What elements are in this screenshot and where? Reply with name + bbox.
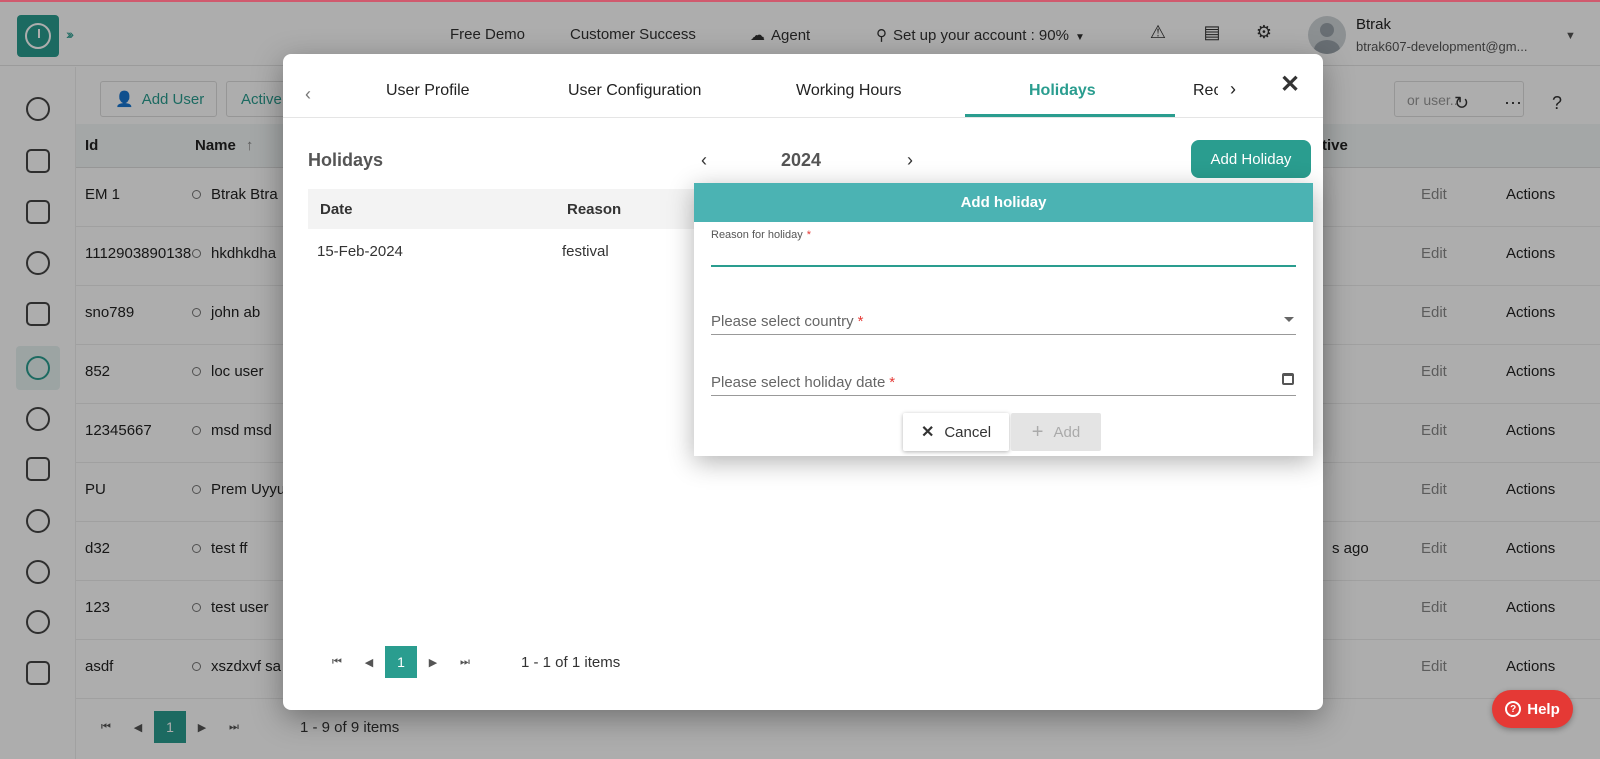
first-page-icon[interactable]: ⏮ <box>321 656 353 669</box>
tab-user-configuration[interactable]: User Configuration <box>568 82 701 100</box>
country-underline <box>711 334 1296 335</box>
reason-label: Reason for holiday * <box>711 229 1296 241</box>
tabs-scroll-right-icon[interactable]: › <box>1218 79 1248 109</box>
holidays-grid-header: Date Reason <box>308 189 708 229</box>
dialog-title: Add holiday <box>694 183 1313 222</box>
col-date-header[interactable]: Date <box>320 201 353 218</box>
tab-holidays[interactable]: Holidays <box>1029 82 1096 100</box>
table-row[interactable]: 15-Feb-2024 festival <box>308 229 708 273</box>
cancel-label: Cancel <box>944 423 992 441</box>
reason-underline <box>711 265 1296 267</box>
date-placeholder: Please select holiday date * <box>711 374 895 391</box>
reason-field[interactable]: Reason for holiday * <box>711 229 1296 267</box>
cancel-button[interactable]: ✕ Cancel <box>903 413 1009 451</box>
chevron-down-icon[interactable] <box>1284 317 1294 322</box>
last-page-icon[interactable]: ⏭ <box>449 656 481 669</box>
holiday-date-cell: 15-Feb-2024 <box>317 243 403 260</box>
country-placeholder-text: Please select country <box>711 313 854 330</box>
holidays-title: Holidays <box>308 150 384 170</box>
close-icon: ✕ <box>920 424 935 441</box>
close-icon[interactable]: ✕ <box>1280 70 1300 99</box>
col-reason-header[interactable]: Reason <box>567 201 621 218</box>
add-holiday-button[interactable]: Add Holiday <box>1191 140 1311 178</box>
help-button[interactable]: ? Help <box>1492 690 1573 728</box>
prev-page-icon[interactable]: ◀ <box>353 656 385 669</box>
page-number[interactable]: 1 <box>385 646 417 678</box>
add-holiday-dialog: Add holiday Reason for holiday * Please s… <box>694 183 1313 456</box>
country-select[interactable]: Please select country * <box>711 303 1296 335</box>
date-underline <box>711 395 1296 396</box>
prev-year-icon[interactable]: ‹ <box>701 150 707 171</box>
add-button[interactable]: + Add <box>1011 413 1101 451</box>
plus-icon: + <box>1031 420 1044 443</box>
required-mark: * <box>889 374 896 391</box>
year-label: 2024 <box>781 150 822 170</box>
country-placeholder: Please select country * <box>711 313 863 330</box>
date-placeholder-text: Please select holiday date <box>711 374 886 391</box>
active-tab-indicator <box>965 114 1175 117</box>
pager-info: 1 - 1 of 1 items <box>521 653 621 671</box>
required-mark: * <box>806 229 812 241</box>
holiday-reason-cell: festival <box>562 243 609 260</box>
reason-label-text: Reason for holiday <box>711 229 803 241</box>
add-label: Add <box>1053 423 1081 441</box>
question-icon: ? <box>1505 701 1522 717</box>
tabs-scroll-left-icon[interactable]: ‹ <box>305 84 311 105</box>
holidays-pager: ⏮ ◀ 1 ▶ ⏭ 1 - 1 of 1 items <box>321 646 620 678</box>
modal-tabs: ‹ User Profile User Configuration Workin… <box>283 54 1323 118</box>
next-page-icon[interactable]: ▶ <box>417 656 449 669</box>
required-mark: * <box>857 313 864 330</box>
tab-working-hours[interactable]: Working Hours <box>796 82 902 100</box>
holiday-date-field[interactable]: Please select holiday date * <box>711 364 1296 396</box>
calendar-icon[interactable] <box>1282 373 1294 385</box>
help-label: Help <box>1527 700 1560 718</box>
next-year-icon[interactable]: › <box>907 150 913 171</box>
tab-user-profile[interactable]: User Profile <box>386 82 470 100</box>
